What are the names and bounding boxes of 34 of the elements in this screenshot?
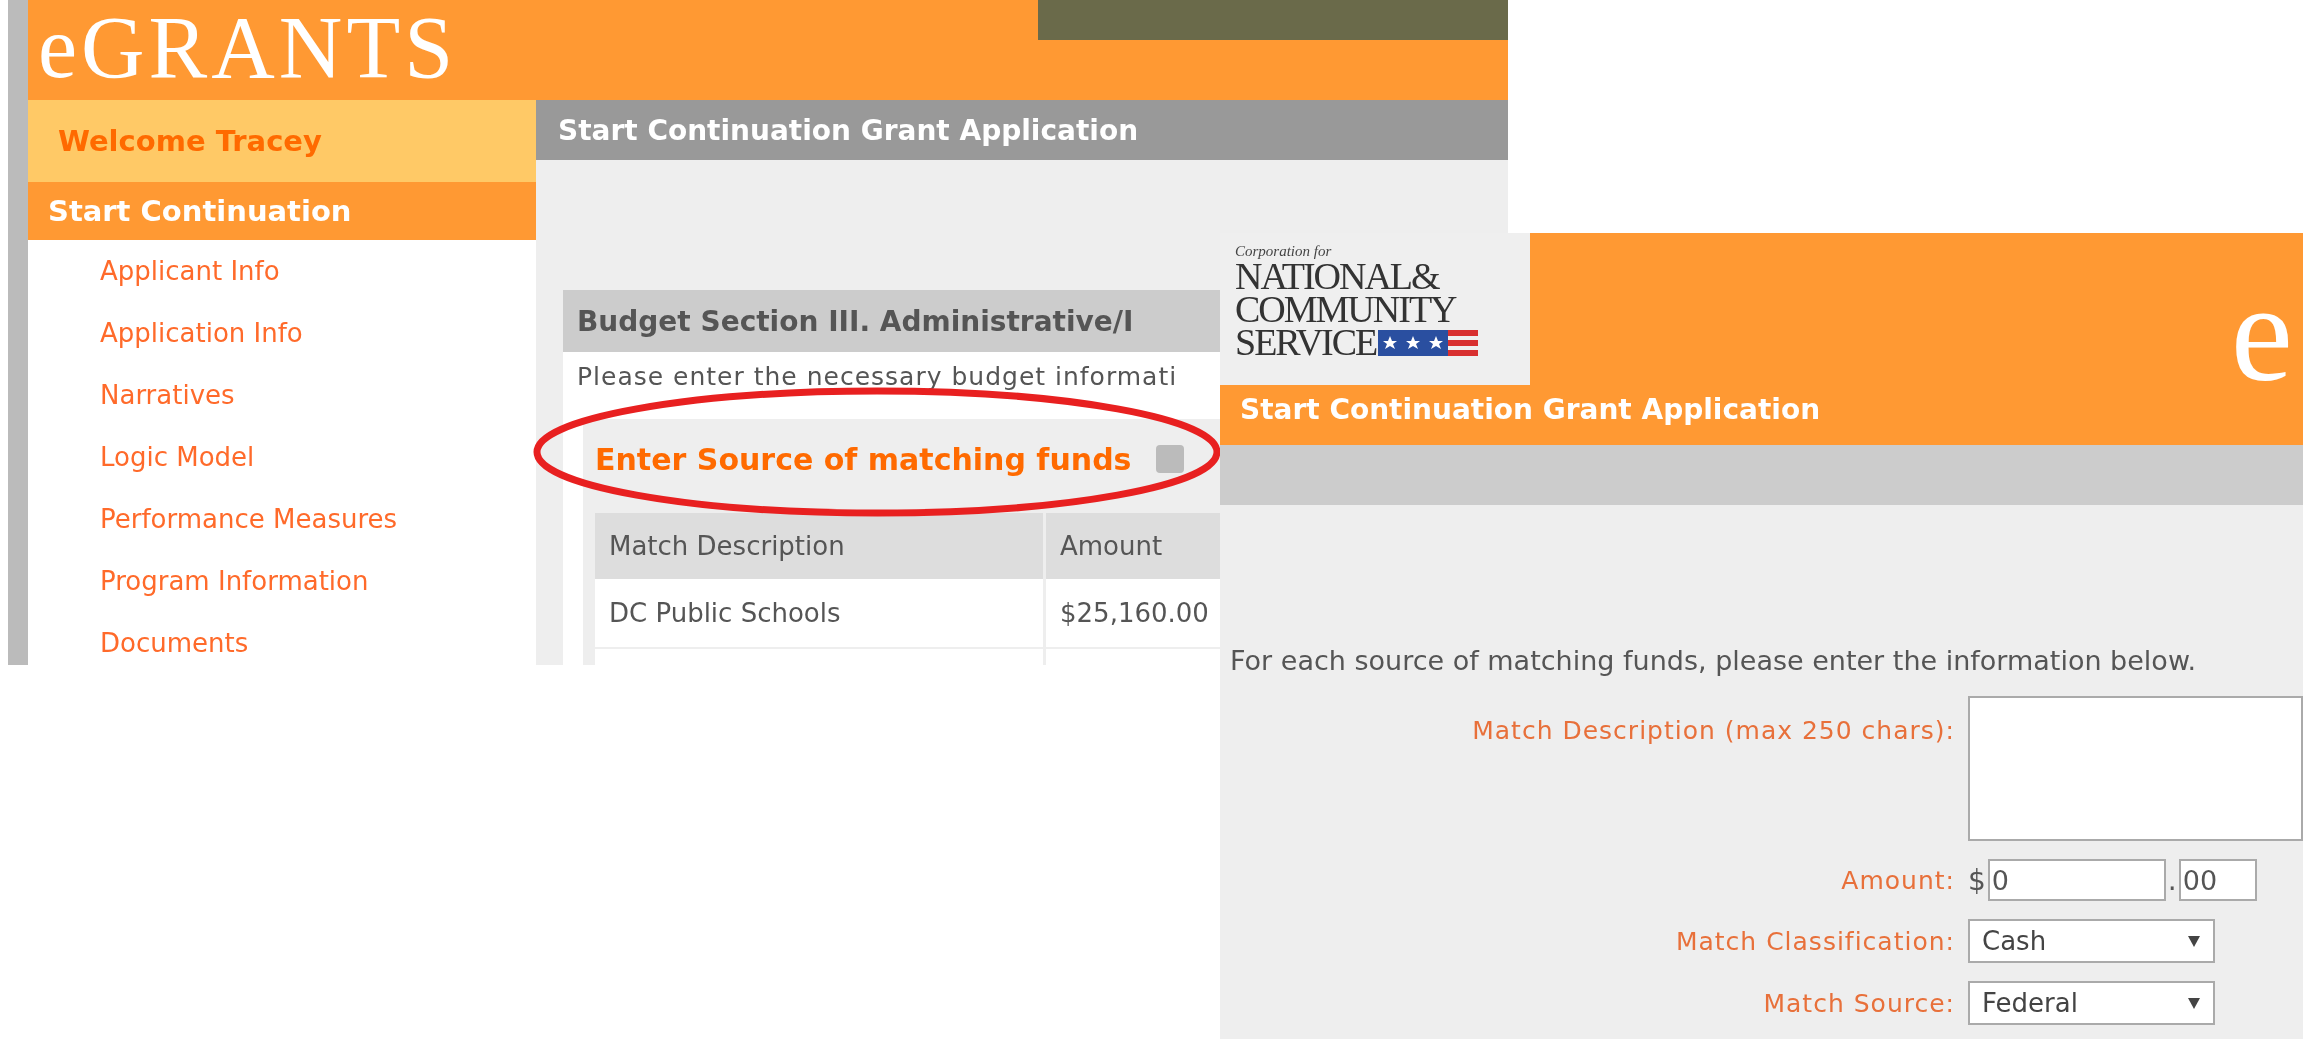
sidebar-item[interactable]: Logic Model (100, 440, 536, 475)
sidebar-section-heading: Start Continuation (28, 182, 536, 240)
instructions: For each source of matching funds, please enter the information below. (1230, 645, 2198, 676)
help-icon[interactable] (1155, 444, 1186, 474)
field-label: Match Source: (1762, 988, 1955, 1018)
page-title: Start Continuation Grant Application (1239, 392, 1822, 426)
caret-icon (2187, 934, 2201, 948)
sidebar-item[interactable]: Applicant Info (100, 254, 536, 289)
logo: e (2230, 263, 2294, 403)
cents-field[interactable]: 00 (2178, 859, 2257, 901)
sidebar-item[interactable]: Documents (100, 626, 536, 661)
description-field[interactable] (1968, 696, 2303, 841)
flag-icon (1378, 329, 1479, 356)
page-title: Start Continuation Grant Application (536, 100, 1508, 160)
field-label: Match Description (max 250 chars): (1471, 715, 1955, 745)
caret-icon (2187, 996, 2201, 1010)
decimal-point: . (2167, 863, 2177, 897)
sidebar-item[interactable]: Program Information (100, 564, 536, 599)
sidebar-item[interactable]: Application Info (100, 316, 536, 351)
dropdown[interactable]: Cash (1968, 919, 2215, 963)
field-label: Match Classification: (1674, 926, 1955, 956)
subsection-title: Enter Source of matching funds (595, 441, 1132, 477)
organization-logo: Corporation for NATIONAL& COMMUNITY SERVICE (1220, 233, 1530, 385)
sidebar-item[interactable]: Narratives (100, 378, 536, 413)
welcome-message: Welcome Tracey (28, 100, 536, 182)
dropdown[interactable]: Federal (1968, 981, 2215, 1025)
column-header: Match Description (595, 513, 1045, 579)
field-label: Amount: (1840, 865, 1955, 895)
table-cell: DC Public Schools (595, 579, 1045, 648)
currency-symbol: $ (1968, 863, 1986, 897)
instructions: Please enter the necessary budget informati (576, 362, 1179, 391)
sidebar-item[interactable]: Performance Measures (100, 502, 536, 537)
dollars-field[interactable]: 0 (1987, 859, 2166, 901)
logo: eGRANTS (38, 4, 458, 92)
